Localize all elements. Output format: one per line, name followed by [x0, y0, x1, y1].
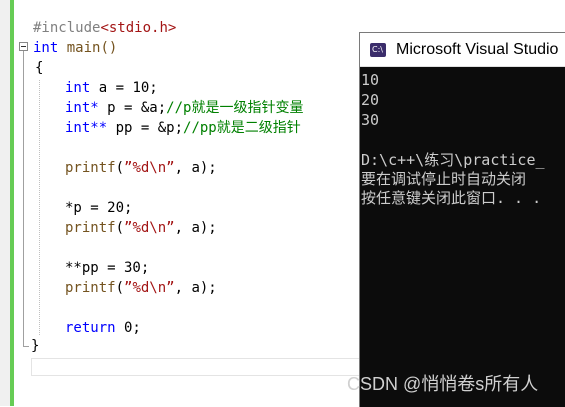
printf-args: , a);	[174, 220, 217, 236]
console-title: Microsoft Visual Studio	[396, 41, 559, 58]
debug-console-window[interactable]: C:\ Microsoft Visual Studio 10 20 30 D:\…	[359, 32, 565, 407]
console-icon-label: C:\	[372, 45, 383, 54]
console-titlebar[interactable]: C:\ Microsoft Visual Studio	[360, 33, 565, 67]
console-line: D:\c++\练习\practice_	[361, 151, 545, 169]
code-line-return: return 0;	[65, 318, 141, 338]
include-directive: #include	[33, 20, 101, 36]
type-int: int	[65, 80, 91, 96]
comment-p: //p就是一级指针变量	[166, 100, 304, 116]
printf-args: , a);	[174, 280, 217, 296]
paren-open: (	[115, 160, 125, 176]
collapse-icon[interactable]	[19, 42, 28, 51]
console-app-icon: C:\	[370, 43, 386, 57]
format-string: ”%d\n”	[124, 160, 175, 176]
change-tracking-bar	[10, 0, 14, 406]
editor-margin	[0, 0, 10, 406]
printf-call: printf	[65, 220, 116, 236]
code-line-declare-a: int a = 10;	[65, 78, 158, 98]
console-line: 20	[361, 91, 380, 109]
code-line-declare-p: int* p = &a;//p就是一级指针变量	[65, 98, 303, 118]
include-header: <stdio.h>	[100, 20, 177, 36]
type-int-pointer: int*	[65, 100, 99, 116]
code-line-printf-3: printf(”%d\n”, a);	[65, 278, 217, 298]
return-value: 0;	[115, 320, 141, 336]
code-line-assign-pp: **pp = 30;	[65, 260, 150, 276]
console-line: 按任意键关闭此窗口. . .	[361, 189, 542, 207]
console-line: 要在调试停止时自动关闭	[361, 170, 527, 188]
fold-guide-end	[23, 346, 29, 347]
printf-args: , a);	[174, 160, 217, 176]
code-line-include: #include<stdio.h>	[33, 18, 176, 38]
type-int-double-pointer: int**	[65, 120, 108, 136]
code-line-main: int main()	[33, 38, 117, 58]
code-line-close-brace: }	[31, 338, 40, 354]
comment-pp: //pp就是二级指针	[183, 120, 301, 136]
main-function-name: main()	[66, 40, 118, 56]
code-line-assign-p: *p = 20;	[65, 200, 133, 216]
code-line-printf-2: printf(”%d\n”, a);	[65, 218, 217, 238]
fold-guide-line	[23, 51, 24, 347]
printf-call: printf	[65, 160, 116, 176]
console-line: 30	[361, 111, 380, 129]
console-output[interactable]: 10 20 30 D:\c++\练习\practice_ 要在调试停止时自动关闭…	[360, 69, 565, 407]
format-string: ”%d\n”	[124, 220, 175, 236]
return-keyword: return	[65, 320, 116, 336]
main-return-type: int	[33, 40, 59, 56]
console-line: 10	[361, 71, 380, 89]
code-line-printf-1: printf(”%d\n”, a);	[65, 158, 217, 178]
watermark: CSDN @悄悄卷s所有人	[347, 374, 539, 394]
paren-open: (	[115, 280, 125, 296]
indent-guide	[39, 80, 41, 335]
code-line-open-brace: {	[35, 60, 44, 76]
format-string: ”%d\n”	[124, 280, 175, 296]
declare-pp-text: pp = &p;	[107, 120, 184, 136]
declare-p-text: p = &a;	[98, 100, 167, 116]
paren-open: (	[115, 220, 125, 236]
code-line-declare-pp: int** pp = &p;//pp就是二级指针	[65, 118, 301, 138]
declare-a-text: a = 10;	[90, 80, 158, 96]
printf-call: printf	[65, 280, 116, 296]
